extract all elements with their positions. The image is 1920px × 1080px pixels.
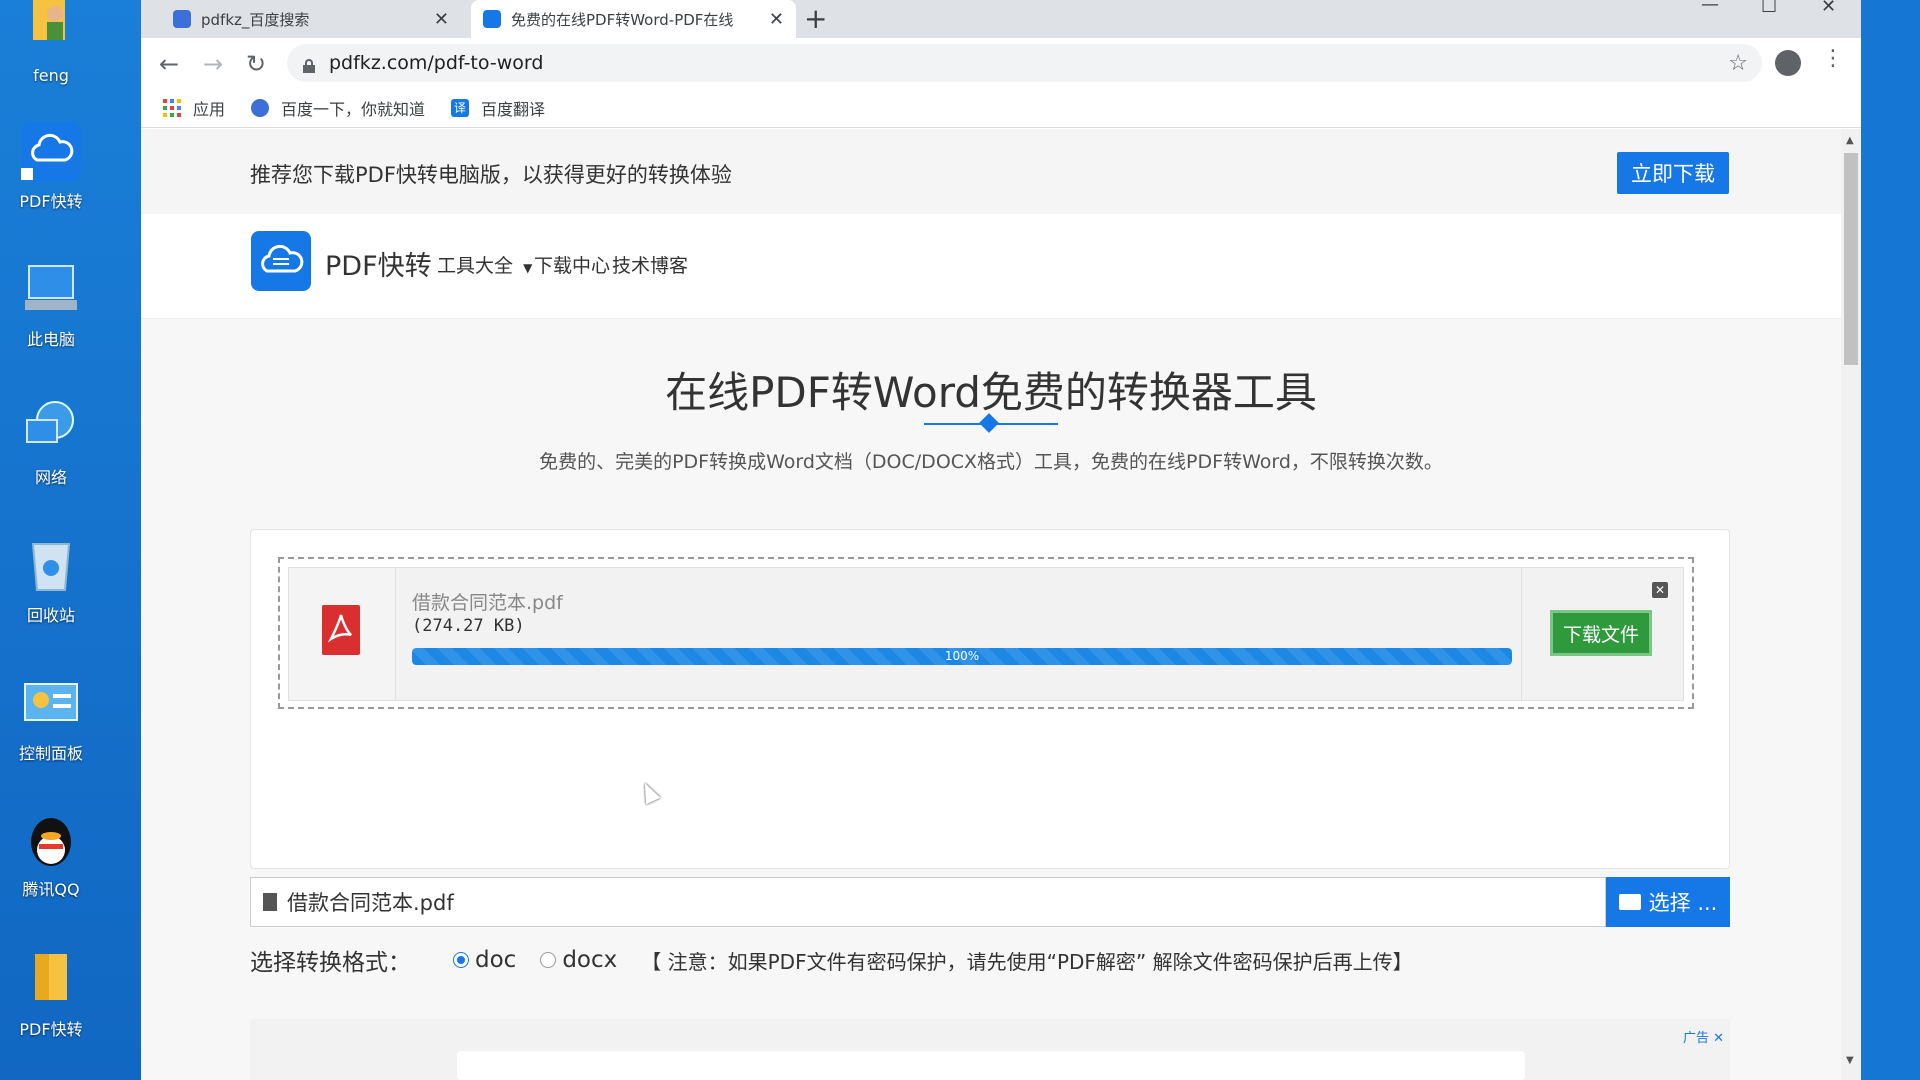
- desktop-icon-control-panel[interactable]: 控制面板: [8, 674, 94, 764]
- network-icon: [21, 398, 81, 458]
- new-tab-button[interactable]: +: [804, 2, 827, 35]
- recycle-bin-icon: [21, 536, 81, 596]
- bookmark-baidu-translate[interactable]: 译 百度翻译: [451, 96, 545, 120]
- remove-file-icon[interactable]: ✕: [1652, 582, 1668, 598]
- drop-zone[interactable]: 借款合同范本.pdf (274.27 KB) 100% ✕ 下载文件: [278, 557, 1694, 709]
- profile-avatar-icon[interactable]: [1775, 50, 1801, 76]
- tab-baidu-search[interactable]: pdfkz_百度搜索 ✕: [161, 0, 461, 38]
- nav-download-center[interactable]: 下载中心: [534, 251, 610, 278]
- caret-down-icon: ▼: [523, 261, 533, 275]
- desktop-icon-pdfkz[interactable]: PDF快转: [8, 122, 94, 212]
- close-tab-icon[interactable]: ✕: [769, 9, 784, 30]
- close-ad-icon[interactable]: ✕: [1713, 1031, 1724, 1046]
- folder-open-icon: [1618, 894, 1641, 910]
- desktop-icon-pdfkz-folder[interactable]: PDF快转: [8, 950, 94, 1040]
- desktop-icon-user[interactable]: feng: [8, 0, 94, 85]
- lock-icon: [303, 56, 315, 73]
- site-logo-icon[interactable]: [251, 231, 311, 291]
- bookmark-baidu[interactable]: 百度一下，你就知道: [251, 96, 425, 120]
- close-tab-icon[interactable]: ✕: [434, 9, 449, 30]
- conversion-progress-bar: 100%: [412, 648, 1512, 665]
- file-item: 借款合同范本.pdf (274.27 KB) 100% ✕ 下载文件: [288, 567, 1684, 701]
- control-panel-icon: [21, 674, 81, 734]
- radio-docx[interactable]: [540, 952, 557, 968]
- web-page: 推荐您下载PDF快转电脑版，以获得更好的转换体验 立即下载 PDF快转 工具大全…: [141, 129, 1841, 1080]
- close-window-icon[interactable]: ✕: [1821, 0, 1836, 17]
- pdf-app-favicon-icon: [483, 10, 501, 28]
- page-title: 在线PDF转Word免费的转换器工具: [665, 368, 1317, 417]
- translate-icon: 译: [451, 98, 470, 117]
- upload-panel: 借款合同范本.pdf (274.27 KB) 100% ✕ 下载文件: [250, 529, 1730, 869]
- desktop-icon-recycle-bin[interactable]: 回收站: [8, 536, 94, 626]
- promo-text: 推荐您下载PDF快转电脑版，以获得更好的转换体验: [250, 163, 732, 187]
- ad-label[interactable]: 广告 ✕: [1683, 1027, 1724, 1046]
- file-icon: [263, 893, 277, 911]
- ad-area: 广告 ✕: [250, 1019, 1730, 1080]
- choose-file-button[interactable]: 选择 ...: [1606, 877, 1730, 927]
- baidu-paw-icon: [173, 10, 191, 28]
- page-scrollbar[interactable]: ▲ ▼: [1841, 129, 1861, 1080]
- desktop-icon-network[interactable]: 网络: [8, 398, 94, 488]
- promo-banner: 推荐您下载PDF快转电脑版，以获得更好的转换体验 立即下载: [141, 129, 1841, 214]
- format-label: 选择转换格式：: [250, 950, 411, 976]
- browser-menu-icon[interactable]: ⋮: [1822, 46, 1844, 71]
- file-thumbnail: [289, 568, 396, 700]
- file-path-input[interactable]: 借款合同范本.pdf: [250, 877, 1606, 927]
- format-option-doc[interactable]: doc: [453, 947, 516, 973]
- tab-strip: pdfkz_百度搜索 ✕ 免费的在线PDF转Word-PDF在线 ✕ + — ☐…: [141, 0, 1861, 38]
- desktop-icon-this-pc[interactable]: 此电脑: [8, 260, 94, 350]
- bookmarks-bar: 应用 百度一下，你就知道 译 百度翻译: [141, 88, 1861, 128]
- desktop-icon-qq[interactable]: 腾讯QQ: [8, 810, 94, 900]
- format-selector: 选择转换格式： doc docx 【 注意：如果PDF文件有密码保护，请先使用“…: [250, 943, 1413, 977]
- site-header: PDF快转 工具大全 ▼ 下载中心 技术博客: [141, 214, 1841, 319]
- nav-tech-blog[interactable]: 技术博客: [612, 251, 688, 278]
- desktop: feng PDF快转 此电脑 网络 回收站 控制面板 腾讯QQ PDF快转: [0, 0, 141, 1080]
- download-file-button[interactable]: 下载文件: [1550, 610, 1652, 656]
- computer-icon: [21, 260, 81, 320]
- pdf-app-icon: [21, 122, 81, 182]
- password-note: 【 注意：如果PDF文件有密码保护，请先使用“PDF解密” 解除文件密码保护后再…: [641, 949, 1413, 974]
- bookmark-apps[interactable]: 应用: [163, 96, 225, 120]
- site-logo-text[interactable]: PDF快转: [325, 244, 432, 283]
- radio-doc[interactable]: [453, 952, 469, 968]
- uploaded-file-size: (274.27 KB): [412, 616, 525, 636]
- qq-icon: [21, 810, 81, 870]
- user-folder-icon: [21, 0, 81, 60]
- bookmark-star-icon[interactable]: ☆: [1728, 51, 1748, 76]
- uploaded-file-name: 借款合同范本.pdf: [412, 592, 563, 614]
- reload-icon[interactable]: ↻: [246, 50, 266, 78]
- apps-grid-icon: [163, 98, 181, 117]
- forward-icon[interactable]: →: [203, 50, 223, 78]
- tab-pdf-to-word[interactable]: 免费的在线PDF转Word-PDF在线 ✕: [471, 0, 796, 38]
- address-bar[interactable]: pdfkz.com/pdf-to-word ☆: [287, 44, 1762, 82]
- folder-icon: [21, 950, 81, 1010]
- browser-toolbar: ← → ↻ pdfkz.com/pdf-to-word ☆ ⋮: [141, 38, 1861, 88]
- page-subtitle: 免费的、完美的PDF转换成Word文档（DOC/DOCX格式）工具，免费的在线P…: [539, 451, 1443, 473]
- download-now-button[interactable]: 立即下载: [1617, 152, 1729, 194]
- nav-tools[interactable]: 工具大全 ▼: [437, 251, 532, 278]
- scrollbar-thumb[interactable]: [1844, 153, 1858, 365]
- browser-window: pdfkz_百度搜索 ✕ 免费的在线PDF转Word-PDF在线 ✕ + — ☐…: [141, 0, 1861, 1080]
- url-text: pdfkz.com/pdf-to-word: [329, 52, 544, 74]
- pdf-file-icon: [322, 605, 360, 655]
- file-actions: ✕ 下载文件: [1521, 568, 1683, 700]
- maximize-icon[interactable]: ☐: [1761, 0, 1777, 17]
- progress-label: 100%: [944, 649, 980, 663]
- back-icon[interactable]: ←: [159, 50, 179, 78]
- baidu-paw-icon: [251, 98, 270, 117]
- minimize-icon[interactable]: —: [1701, 0, 1719, 15]
- scroll-down-icon[interactable]: ▼: [1846, 1055, 1854, 1066]
- scroll-up-icon[interactable]: ▲: [1846, 135, 1854, 146]
- ad-content[interactable]: [457, 1051, 1525, 1080]
- format-option-docx[interactable]: docx: [540, 947, 617, 973]
